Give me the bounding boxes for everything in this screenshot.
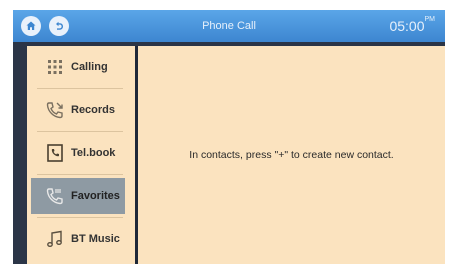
sidebar-item-label: Records: [71, 104, 116, 116]
call-log-icon: [46, 102, 63, 119]
phonebook-icon: [47, 144, 63, 162]
sidebar-item-bt-music[interactable]: BT Music: [27, 218, 135, 260]
sidebar: Calling Records Tel.book Favorites BT Mu…: [27, 46, 138, 264]
dialpad-icon: [48, 60, 62, 74]
favorites-phone-icon: [46, 188, 63, 205]
top-bar: Phone Call 05:00PM: [13, 10, 445, 42]
page-title: Phone Call: [202, 20, 256, 32]
head-unit-display: Phone Call 05:00PM Calling Records Tel.b…: [13, 10, 445, 264]
screen: Phone Call 05:00PM Calling Records Tel.b…: [0, 0, 455, 268]
left-bezel: [13, 42, 27, 264]
clock-suffix: PM: [424, 16, 436, 23]
sidebar-item-favorites[interactable]: Favorites: [27, 175, 135, 217]
sidebar-item-label: BT Music: [71, 233, 120, 245]
sidebar-item-label: Tel.book: [71, 147, 116, 159]
sidebar-item-records[interactable]: Records: [27, 89, 135, 131]
sidebar-item-telbook[interactable]: Tel.book: [27, 132, 135, 174]
contacts-content: In contacts, press "+" to create new con…: [138, 46, 445, 264]
clock-time: 05:00: [389, 18, 425, 34]
music-note-icon: [47, 230, 62, 247]
sidebar-item-label: Calling: [71, 61, 108, 73]
sidebar-item-label: Favorites: [71, 190, 120, 202]
main-panel: Calling Records Tel.book Favorites BT Mu…: [27, 46, 445, 264]
clock: 05:00PM: [389, 10, 435, 42]
empty-contacts-message: In contacts, press "+" to create new con…: [189, 149, 394, 161]
sidebar-item-calling[interactable]: Calling: [27, 46, 135, 88]
